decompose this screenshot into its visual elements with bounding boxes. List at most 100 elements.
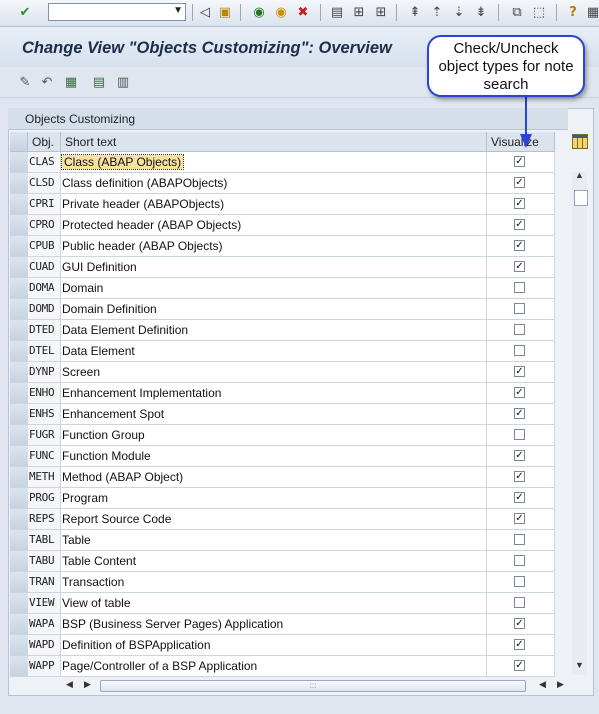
help-icon[interactable]: ?	[564, 3, 582, 21]
table-row[interactable]: DOMD Domain Definition	[10, 299, 555, 320]
table-row[interactable]: FUNC Function Module ✓	[10, 446, 555, 467]
back-nav-icon[interactable]: ◉	[250, 3, 268, 21]
visualize-checkbox[interactable]: ✓	[514, 639, 525, 650]
focused-text[interactable]: Class (ABAP Objects)	[61, 154, 185, 170]
create-session-icon[interactable]: ⧉	[508, 3, 526, 21]
row-selector[interactable]	[10, 383, 29, 403]
short-text-cell[interactable]: Enhancement Spot	[61, 404, 487, 424]
short-text-cell[interactable]: Function Group	[61, 425, 487, 445]
visualize-checkbox[interactable]: ✓	[514, 198, 525, 209]
row-selector[interactable]	[10, 236, 29, 256]
short-text-cell[interactable]: Private header (ABAPObjects)	[61, 194, 487, 214]
visualize-checkbox[interactable]: ✓	[514, 366, 525, 377]
table-row[interactable]: WAPD Definition of BSPApplication ✓	[10, 635, 555, 656]
print-icon[interactable]: ▤	[328, 3, 346, 21]
table-row[interactable]: ENHO Enhancement Implementation ✓	[10, 383, 555, 404]
short-text-cell[interactable]: Enhancement Implementation	[61, 383, 487, 403]
row-selector[interactable]	[10, 341, 29, 361]
visualize-checkbox[interactable]	[514, 576, 525, 587]
short-text-cell[interactable]: Page/Controller of a BSP Application	[61, 656, 487, 676]
row-selector[interactable]	[10, 278, 29, 298]
table-row[interactable]: DOMA Domain	[10, 278, 555, 299]
table-row[interactable]: CLAS Class (ABAP Objects) ✓	[10, 152, 555, 173]
visualize-checkbox[interactable]	[514, 345, 525, 356]
table-row[interactable]: DTEL Data Element	[10, 341, 555, 362]
chevron-down-icon[interactable]: ▼	[173, 5, 183, 16]
select-block-icon[interactable]: ▤	[90, 73, 108, 91]
short-text-cell[interactable]: Table Content	[61, 551, 487, 571]
command-field[interactable]: ▼	[48, 3, 186, 21]
short-text-cell[interactable]: Class definition (ABAPObjects)	[61, 173, 487, 193]
enter-icon[interactable]: ✔	[16, 3, 34, 21]
back-arrow-icon[interactable]: ◁	[196, 3, 214, 21]
visualize-checkbox[interactable]: ✓	[514, 492, 525, 503]
visualize-checkbox[interactable]: ✓	[514, 261, 525, 272]
last-page-icon[interactable]: ⇟	[472, 3, 490, 21]
table-row[interactable]: CPRO Protected header (ABAP Objects) ✓	[10, 215, 555, 236]
row-selector[interactable]	[10, 446, 29, 466]
short-text-cell[interactable]: Domain Definition	[61, 299, 487, 319]
scroll-down-icon[interactable]: ▼	[575, 660, 584, 670]
row-selector[interactable]	[10, 362, 29, 382]
visualize-checkbox[interactable]	[514, 534, 525, 545]
visualize-checkbox[interactable]	[514, 429, 525, 440]
visualize-checkbox[interactable]: ✓	[514, 660, 525, 671]
find-icon[interactable]: ⊞	[350, 3, 368, 21]
short-text-cell[interactable]: Definition of BSPApplication	[61, 635, 487, 655]
save-icon[interactable]: ▣	[216, 3, 234, 21]
short-text-cell[interactable]: Domain	[61, 278, 487, 298]
scroll-up-icon[interactable]: ▲	[575, 170, 584, 180]
next-page-icon[interactable]: ⇣	[450, 3, 468, 21]
row-selector[interactable]	[10, 215, 29, 235]
row-selector[interactable]	[10, 404, 29, 424]
visualize-checkbox[interactable]: ✓	[514, 513, 525, 524]
short-text-cell[interactable]: Method (ABAP Object)	[61, 467, 487, 487]
short-text-cell[interactable]: Transaction	[61, 572, 487, 592]
row-selector[interactable]	[10, 467, 29, 487]
table-settings-icon[interactable]	[572, 134, 588, 149]
visualize-checkbox[interactable]: ✓	[514, 177, 525, 188]
row-selector[interactable]	[10, 152, 29, 172]
table-row[interactable]: DYNP Screen ✓	[10, 362, 555, 383]
short-text-cell[interactable]: Data Element Definition	[61, 320, 487, 340]
row-selector[interactable]	[10, 320, 29, 340]
row-selector[interactable]	[10, 593, 29, 613]
table-row[interactable]: FUGR Function Group	[10, 425, 555, 446]
short-text-cell[interactable]: Class (ABAP Objects)	[61, 152, 487, 172]
row-selector[interactable]	[10, 551, 29, 571]
short-text-cell[interactable]: Public header (ABAP Objects)	[61, 236, 487, 256]
visualize-checkbox[interactable]	[514, 282, 525, 293]
row-selector[interactable]	[10, 488, 29, 508]
select-all-icon[interactable]: ▦	[62, 73, 80, 91]
scroll-left-icon[interactable]: ◀	[66, 679, 73, 690]
deselect-all-icon[interactable]: ▥	[114, 73, 132, 91]
short-text-cell[interactable]: Function Module	[61, 446, 487, 466]
table-row[interactable]: TRAN Transaction	[10, 572, 555, 593]
visualize-checkbox[interactable]: ✓	[514, 618, 525, 629]
row-selector[interactable]	[10, 173, 29, 193]
short-text-cell[interactable]: Report Source Code	[61, 509, 487, 529]
short-text-cell[interactable]: Data Element	[61, 341, 487, 361]
row-selector[interactable]	[10, 509, 29, 529]
exit-icon[interactable]: ◉	[272, 3, 290, 21]
scroll-right-icon[interactable]: ▶	[557, 679, 564, 690]
row-selector[interactable]	[10, 614, 29, 634]
row-selector[interactable]	[10, 425, 29, 445]
visualize-checkbox[interactable]: ✓	[514, 450, 525, 461]
table-row[interactable]: CPUB Public header (ABAP Objects) ✓	[10, 236, 555, 257]
visualize-checkbox[interactable]: ✓	[514, 219, 525, 230]
vertical-scrollbar[interactable]	[572, 172, 587, 675]
table-row[interactable]: METH Method (ABAP Object) ✓	[10, 467, 555, 488]
visualize-checkbox[interactable]: ✓	[514, 387, 525, 398]
short-text-cell[interactable]: View of table	[61, 593, 487, 613]
visualize-checkbox[interactable]	[514, 303, 525, 314]
horizontal-scroll-thumb[interactable]: :::	[100, 680, 526, 692]
vertical-scroll-thumb[interactable]	[574, 190, 588, 206]
scroll-right-icon[interactable]: ▶	[84, 679, 91, 690]
first-page-icon[interactable]: ⇞	[406, 3, 424, 21]
select-all-rows-button[interactable]	[10, 132, 28, 152]
find-next-icon[interactable]: ⊞	[372, 3, 390, 21]
undo-icon[interactable]: ↶	[38, 73, 56, 91]
change-display-icon[interactable]: ✎	[16, 73, 34, 91]
visualize-checkbox[interactable]: ✓	[514, 408, 525, 419]
